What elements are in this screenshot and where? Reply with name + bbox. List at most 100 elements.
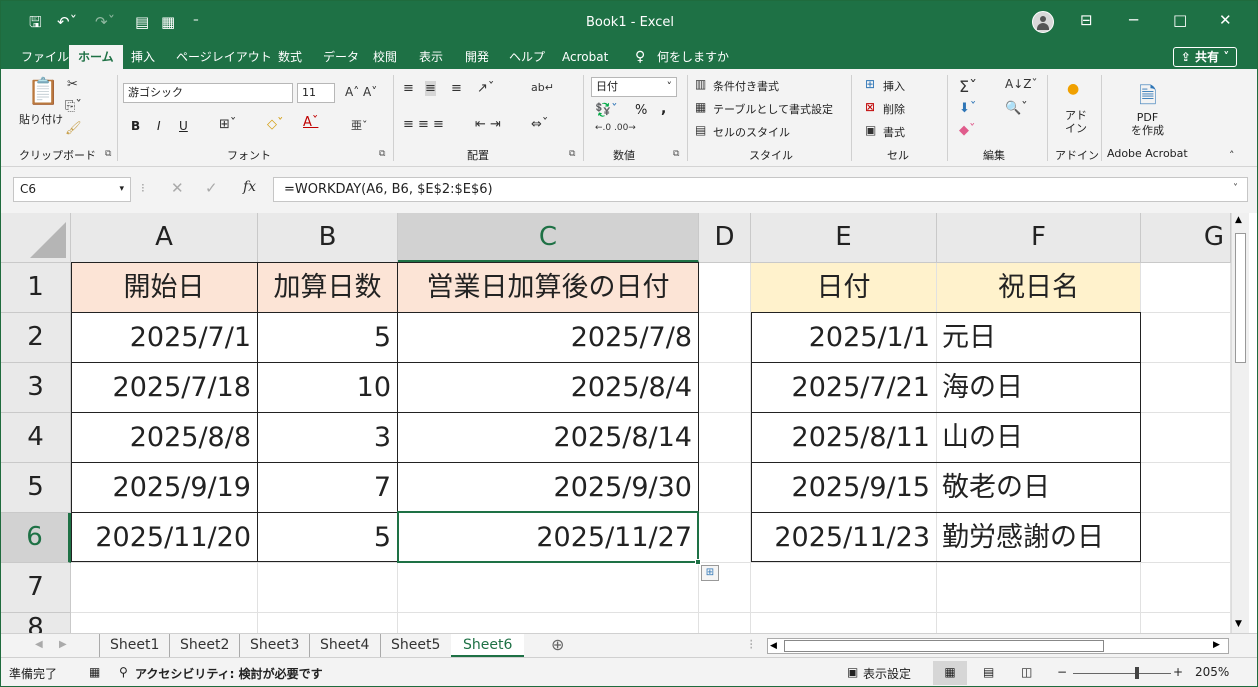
wrap-text-icon[interactable]: ab↵	[531, 81, 554, 94]
cell-b7[interactable]	[258, 563, 398, 613]
cell-f3[interactable]: 海の日	[937, 363, 1141, 413]
tab-developer[interactable]: 開発	[465, 45, 489, 69]
worksheet-grid[interactable]: A B C D E F G 1 2 3 4 5 6 7 8 開始日 加算日数 営…	[1, 213, 1231, 633]
cell-styles-button[interactable]: セルのスタイル	[713, 124, 790, 140]
align-middle-icon[interactable]: ≡	[425, 81, 436, 96]
maximize-icon[interactable]: □	[1173, 11, 1187, 29]
alignment-launcher-icon[interactable]: ⧉	[569, 149, 575, 159]
add-sheet-icon[interactable]: ⊕	[551, 634, 564, 657]
select-all-corner[interactable]	[1, 213, 71, 263]
percent-button[interactable]: %	[635, 103, 647, 118]
cell-e3[interactable]: 2025/7/21	[751, 363, 937, 413]
fill-icon[interactable]: ⬇ˇ	[959, 101, 976, 116]
find-select-icon[interactable]: 🔍ˇ	[1005, 101, 1028, 116]
grow-font-icon[interactable]: A˄ A˅	[345, 85, 377, 99]
formula-input[interactable]: =WORKDAY(A6, B6, $E$2:$E$6)	[273, 177, 1248, 202]
cell-a8[interactable]	[71, 613, 258, 633]
cell-a7[interactable]	[71, 563, 258, 613]
scroll-down-icon[interactable]: ▼	[1235, 619, 1242, 629]
cell-d3[interactable]	[699, 363, 751, 413]
cell-b4[interactable]: 3	[258, 413, 398, 463]
cell-d5[interactable]	[699, 463, 751, 513]
zoom-out-icon[interactable]: −	[1057, 665, 1067, 679]
tab-page-layout[interactable]: ページレイアウト	[176, 45, 272, 69]
zoom-level[interactable]: 205%	[1195, 665, 1229, 679]
cell-f1[interactable]: 祝日名	[937, 263, 1141, 313]
paste-icon[interactable]: 📋	[27, 77, 59, 107]
cell-d8[interactable]	[699, 613, 751, 633]
col-header-c[interactable]: C	[398, 213, 699, 263]
sheet-tab-3[interactable]: Sheet3	[239, 634, 309, 657]
cell-e6[interactable]: 2025/11/23	[751, 513, 937, 563]
phonetic-icon[interactable]: 亜ˇ	[351, 117, 368, 133]
tab-help[interactable]: ヘルプ	[509, 45, 545, 69]
cell-c4[interactable]: 2025/8/14	[398, 413, 699, 463]
cell-a1[interactable]: 開始日	[71, 263, 258, 313]
sheet-tab-2[interactable]: Sheet2	[169, 634, 239, 657]
col-header-d[interactable]: D	[699, 213, 751, 263]
row-header-4[interactable]: 4	[1, 413, 71, 463]
zoom-slider[interactable]	[1073, 673, 1171, 674]
cell-e1[interactable]: 日付	[751, 263, 937, 313]
number-launcher-icon[interactable]: ⧉	[673, 149, 679, 159]
addins-button[interactable]: アド イン	[1065, 109, 1087, 135]
format-painter-icon[interactable]: 🖌	[65, 121, 82, 136]
cell-e8[interactable]	[751, 613, 937, 633]
col-header-g[interactable]: G	[1141, 213, 1231, 263]
row-header-5[interactable]: 5	[1, 463, 71, 513]
close-icon[interactable]: ✕	[1219, 11, 1232, 29]
minimize-icon[interactable]: ─	[1129, 11, 1138, 29]
cell-d4[interactable]	[699, 413, 751, 463]
cell-f6[interactable]: 勤労感謝の日	[937, 513, 1141, 563]
cell-g3[interactable]	[1141, 363, 1231, 413]
underline-button[interactable]: U	[179, 119, 188, 133]
italic-button[interactable]: I	[157, 119, 161, 133]
vertical-scrollbar[interactable]: ▲ ▼	[1231, 213, 1249, 633]
conditional-format-button[interactable]: 条件付き書式	[713, 78, 779, 94]
cell-b2[interactable]: 5	[258, 313, 398, 363]
cell-g5[interactable]	[1141, 463, 1231, 513]
format-as-table-button[interactable]: テーブルとして書式設定	[713, 101, 833, 117]
comma-button[interactable]: ,	[661, 101, 666, 117]
cell-c3[interactable]: 2025/8/4	[398, 363, 699, 413]
orientation-icon[interactable]: ↗ˇ	[477, 81, 494, 96]
name-box[interactable]: C6 ▾	[13, 177, 131, 202]
scroll-left-icon[interactable]: ◀	[770, 639, 777, 653]
clipboard-launcher-icon[interactable]: ⧉	[105, 149, 111, 159]
cell-f8[interactable]	[937, 613, 1141, 633]
clear-icon[interactable]: ◆ˇ	[959, 123, 976, 138]
autofill-options-icon[interactable]: ⊞	[701, 565, 719, 581]
cell-e4[interactable]: 2025/8/11	[751, 413, 937, 463]
zoom-slider-thumb[interactable]	[1135, 667, 1139, 679]
account-avatar[interactable]	[1032, 11, 1054, 33]
cell-a6[interactable]: 2025/11/20	[71, 513, 258, 563]
number-format-select[interactable]: 日付 ˅	[591, 77, 677, 97]
tab-file[interactable]: ファイル	[21, 45, 69, 69]
increase-decimal-icon[interactable]: ←.0 .00→	[595, 123, 636, 133]
sheet-tab-1[interactable]: Sheet1	[99, 634, 169, 657]
expand-formula-icon[interactable]: ˅	[1233, 183, 1238, 194]
tab-review[interactable]: 校閲	[373, 45, 397, 69]
enter-icon[interactable]: ✓	[205, 179, 218, 197]
cell-f5[interactable]: 敬老の日	[937, 463, 1141, 513]
font-name-select[interactable]: 游ゴシック	[123, 83, 293, 103]
cell-a2[interactable]: 2025/7/1	[71, 313, 258, 363]
cell-g4[interactable]	[1141, 413, 1231, 463]
cell-a3[interactable]: 2025/7/18	[71, 363, 258, 413]
cell-b5[interactable]: 7	[258, 463, 398, 513]
cell-a4[interactable]: 2025/8/8	[71, 413, 258, 463]
tab-home[interactable]: ホーム	[69, 45, 123, 69]
share-button[interactable]: ⇪ 共有 ˅	[1173, 47, 1237, 67]
cell-g6[interactable]	[1141, 513, 1231, 563]
delete-cells-button[interactable]: 削除	[883, 101, 905, 117]
macro-record-icon[interactable]: ▦	[89, 665, 100, 679]
paste-button[interactable]: 貼り付け	[19, 111, 63, 127]
collapse-ribbon-icon[interactable]: ˄	[1229, 149, 1235, 162]
cell-g1[interactable]	[1141, 263, 1231, 313]
cell-b1[interactable]: 加算日数	[258, 263, 398, 313]
bold-button[interactable]: B	[131, 119, 140, 133]
cell-f7[interactable]	[937, 563, 1141, 613]
fill-color-icon[interactable]: ◇ˇ	[267, 117, 284, 132]
cell-c7[interactable]	[398, 563, 699, 613]
row-header-8[interactable]: 8	[1, 613, 71, 633]
